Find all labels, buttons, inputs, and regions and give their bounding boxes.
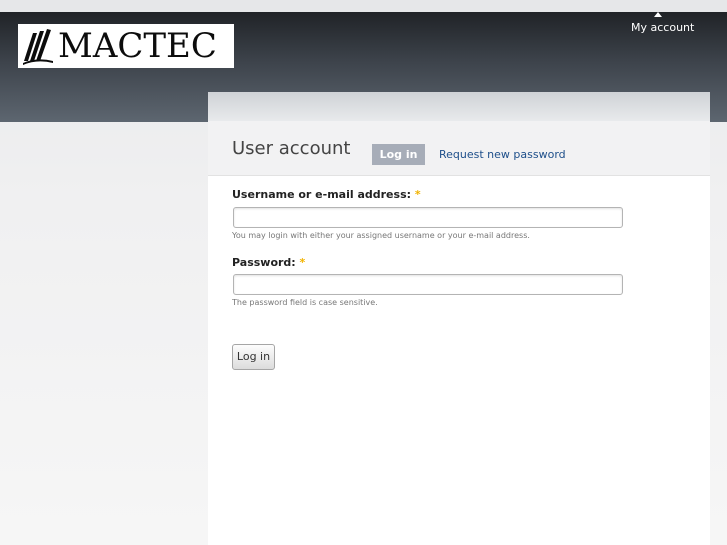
book-pages-icon — [23, 29, 53, 65]
my-account-link[interactable]: My account — [631, 21, 694, 34]
password-label-text: Password: — [232, 256, 296, 269]
username-label: Username or e-mail address: * — [232, 188, 421, 201]
password-label: Password: * — [232, 256, 305, 269]
password-required-mark: * — [299, 256, 306, 269]
content-panel: User account Log in Request new password… — [208, 92, 710, 545]
username-required-mark: * — [414, 188, 421, 201]
page-title: User account — [232, 138, 351, 159]
panel-top-bar — [208, 92, 710, 121]
username-hint: You may login with either your assigned … — [232, 231, 530, 240]
panel-header: User account Log in Request new password — [208, 121, 710, 176]
tab-log-in[interactable]: Log in — [372, 144, 425, 165]
username-label-text: Username or e-mail address: — [232, 188, 412, 201]
username-input[interactable] — [233, 207, 623, 228]
log-in-button[interactable]: Log in — [232, 344, 275, 370]
site-logo[interactable]: MACTEC — [18, 24, 234, 68]
active-nav-marker-icon — [654, 12, 662, 17]
tab-request-new-password[interactable]: Request new password — [439, 148, 566, 161]
password-hint: The password field is case sensitive. — [232, 298, 378, 307]
password-input[interactable] — [233, 274, 623, 295]
logo-text: MACTEC — [58, 26, 217, 66]
top-strip — [0, 0, 727, 12]
